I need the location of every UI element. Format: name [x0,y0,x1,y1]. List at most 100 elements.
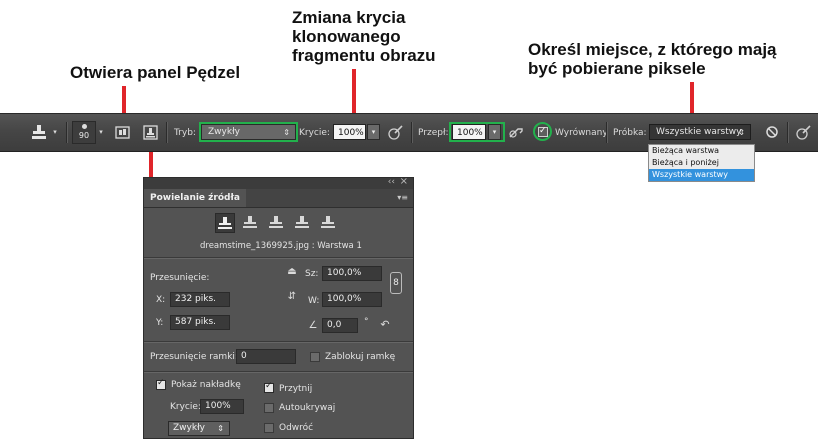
frame-offset-label: Przesunięcie ramki: [150,352,238,362]
clone-stamp-icon [269,216,283,228]
mode-label: Tryb: [174,127,196,138]
brush-size-value: 90 [78,131,90,140]
sample-option-selected[interactable]: Wszystkie warstwy [649,169,754,181]
lock-frame-checkbox[interactable] [310,352,320,362]
check-icon: ✓ [265,381,273,391]
clone-stamp-icon[interactable] [30,123,48,141]
clone-stamp-icon [295,216,309,228]
divider [144,371,413,372]
check-icon: ✓ [157,378,165,388]
toolbar-divider [166,122,167,143]
overlay-mode-select[interactable]: Zwykły ⇕ [168,421,230,436]
panel-drag-bar[interactable]: ‹‹ × [144,178,413,189]
link-aspect-ratio-icon[interactable]: 8 [390,272,402,294]
angle-unit: ° [364,317,369,327]
y-offset-input[interactable]: 587 piks. [170,315,230,330]
clone-source-button-4[interactable] [293,213,313,233]
close-icon[interactable]: × [400,178,408,187]
sample-updown-icon: ⇕ [738,128,745,137]
opacity-input[interactable]: 100% [333,124,366,140]
opacity-chevron-down-icon[interactable]: ▾ [367,124,380,140]
panel-menu-icon[interactable]: ▾≡ [397,193,408,202]
clone-stamp-icon [218,217,232,229]
overlay-mode-value: Zwykły [173,423,205,433]
overlay-opacity-label: Krycie: [170,402,201,412]
clipped-checkbox[interactable]: ✓ [264,381,274,393]
flip-horizontal-icon[interactable]: ⏏ [284,264,300,278]
toolbar-divider [66,122,67,143]
brush-preset-picker[interactable]: 90 [72,121,96,144]
aligned-checkbox[interactable]: ✓ [538,125,548,137]
reset-transform-icon[interactable]: ↶ [378,317,392,331]
clone-stamp-icon [321,216,335,228]
divider [144,341,413,342]
offset-label: Przesunięcie: [150,273,210,283]
callout-sample: Określ miejsce, z którego mają być pobie… [528,40,777,78]
callout-brush-panel: Otwiera panel Pędzel [70,63,241,82]
flow-input[interactable]: 100% [452,124,486,140]
x-label: X: [156,295,166,305]
source-info: dreamstime_1369925.jpg : Warstwa 1 [200,241,362,251]
mode-select[interactable]: Zwykły ⇕ [199,122,298,142]
clone-source-button-5[interactable] [319,213,339,233]
tool-preset-chevron-down-icon[interactable]: ▾ [51,127,59,137]
invert-checkbox[interactable] [264,423,274,433]
flow-label: Przepł: [418,127,449,138]
collapse-panel-icon[interactable]: ‹‹ [388,178,395,187]
callout-opacity-line-1: Zmiana krycia [292,8,406,27]
invert-label: Odwróć [279,423,314,433]
sample-option[interactable]: Bieżąca i poniżej [649,157,754,169]
toolbar-divider [411,122,412,143]
pressure-opacity-icon[interactable] [386,123,404,141]
autohide-label: Autoukrywaj [279,403,336,413]
brush-panel-toggle-icon[interactable] [113,123,131,141]
width-scale-input[interactable]: 100,0% [322,266,382,281]
show-overlay-checkbox[interactable]: ✓ [156,378,166,390]
frame-offset-input[interactable]: 0 [236,349,296,364]
clone-source-button-2[interactable] [241,213,261,233]
angle-icon: ∠ [308,319,318,331]
clone-stamp-icon [243,216,257,228]
opacity-label: Krycie: [299,127,330,138]
sample-select[interactable]: Wszystkie warstwy ⇕ [649,124,751,140]
clone-source-button-3[interactable] [267,213,287,233]
flow-chevron-down-icon[interactable]: ▾ [488,124,501,140]
callout-sample-line-2: być pobierane piksele [528,59,706,78]
clone-source-panel-toggle-icon[interactable] [141,123,159,141]
mode-select-value: Zwykły [208,127,240,137]
aligned-label: Wyrównany [555,127,608,138]
show-overlay-label: Pokaż nakładkę [171,380,241,390]
sample-dropdown-menu: Bieżąca warstwa Bieżąca i poniżej Wszyst… [648,144,755,182]
airbrush-icon[interactable] [508,123,526,141]
check-icon: ✓ [539,125,547,135]
clone-source-button-1[interactable] [215,213,235,233]
sample-select-value: Wszystkie warstwy [656,127,742,137]
autohide-checkbox[interactable] [264,403,274,413]
height-scale-input[interactable]: 100,0% [322,292,382,307]
ignore-adjustment-layers-icon[interactable] [763,123,781,141]
mode-updown-icon: ⇕ [283,128,290,137]
panel-tab-title[interactable]: Powielanie źródła [144,189,246,207]
pressure-size-icon[interactable] [794,123,812,141]
lock-frame-label: Zablokuj ramkę [325,352,396,362]
brush-dot-icon [82,124,87,129]
clone-source-panel: ‹‹ × Powielanie źródła ▾≡ dreamstime_136… [143,177,414,439]
callout-opacity-line-2: klonowanego [292,27,401,46]
height-label: W: [308,296,320,306]
width-label: Sz: [305,269,319,279]
toolbar-divider [787,122,788,143]
callout-opacity-line-3: fragmentu obrazu [292,46,436,65]
sample-label: Próbka: [613,127,647,138]
angle-input[interactable]: 0,0 [322,318,358,333]
overlay-mode-updown-icon: ⇕ [217,424,224,433]
brush-chevron-down-icon[interactable]: ▾ [97,127,105,137]
sample-option[interactable]: Bieżąca warstwa [649,145,754,157]
flip-vertical-icon[interactable]: ⇵ [284,289,300,303]
x-offset-input[interactable]: 232 piks. [170,292,230,307]
y-label: Y: [156,318,164,328]
clipped-label: Przytnij [279,384,313,394]
toolbar-divider [606,122,607,143]
overlay-opacity-input[interactable]: 100% [200,399,244,414]
divider [144,257,413,258]
callout-opacity: Zmiana krycia klonowanego fragmentu obra… [292,8,436,65]
